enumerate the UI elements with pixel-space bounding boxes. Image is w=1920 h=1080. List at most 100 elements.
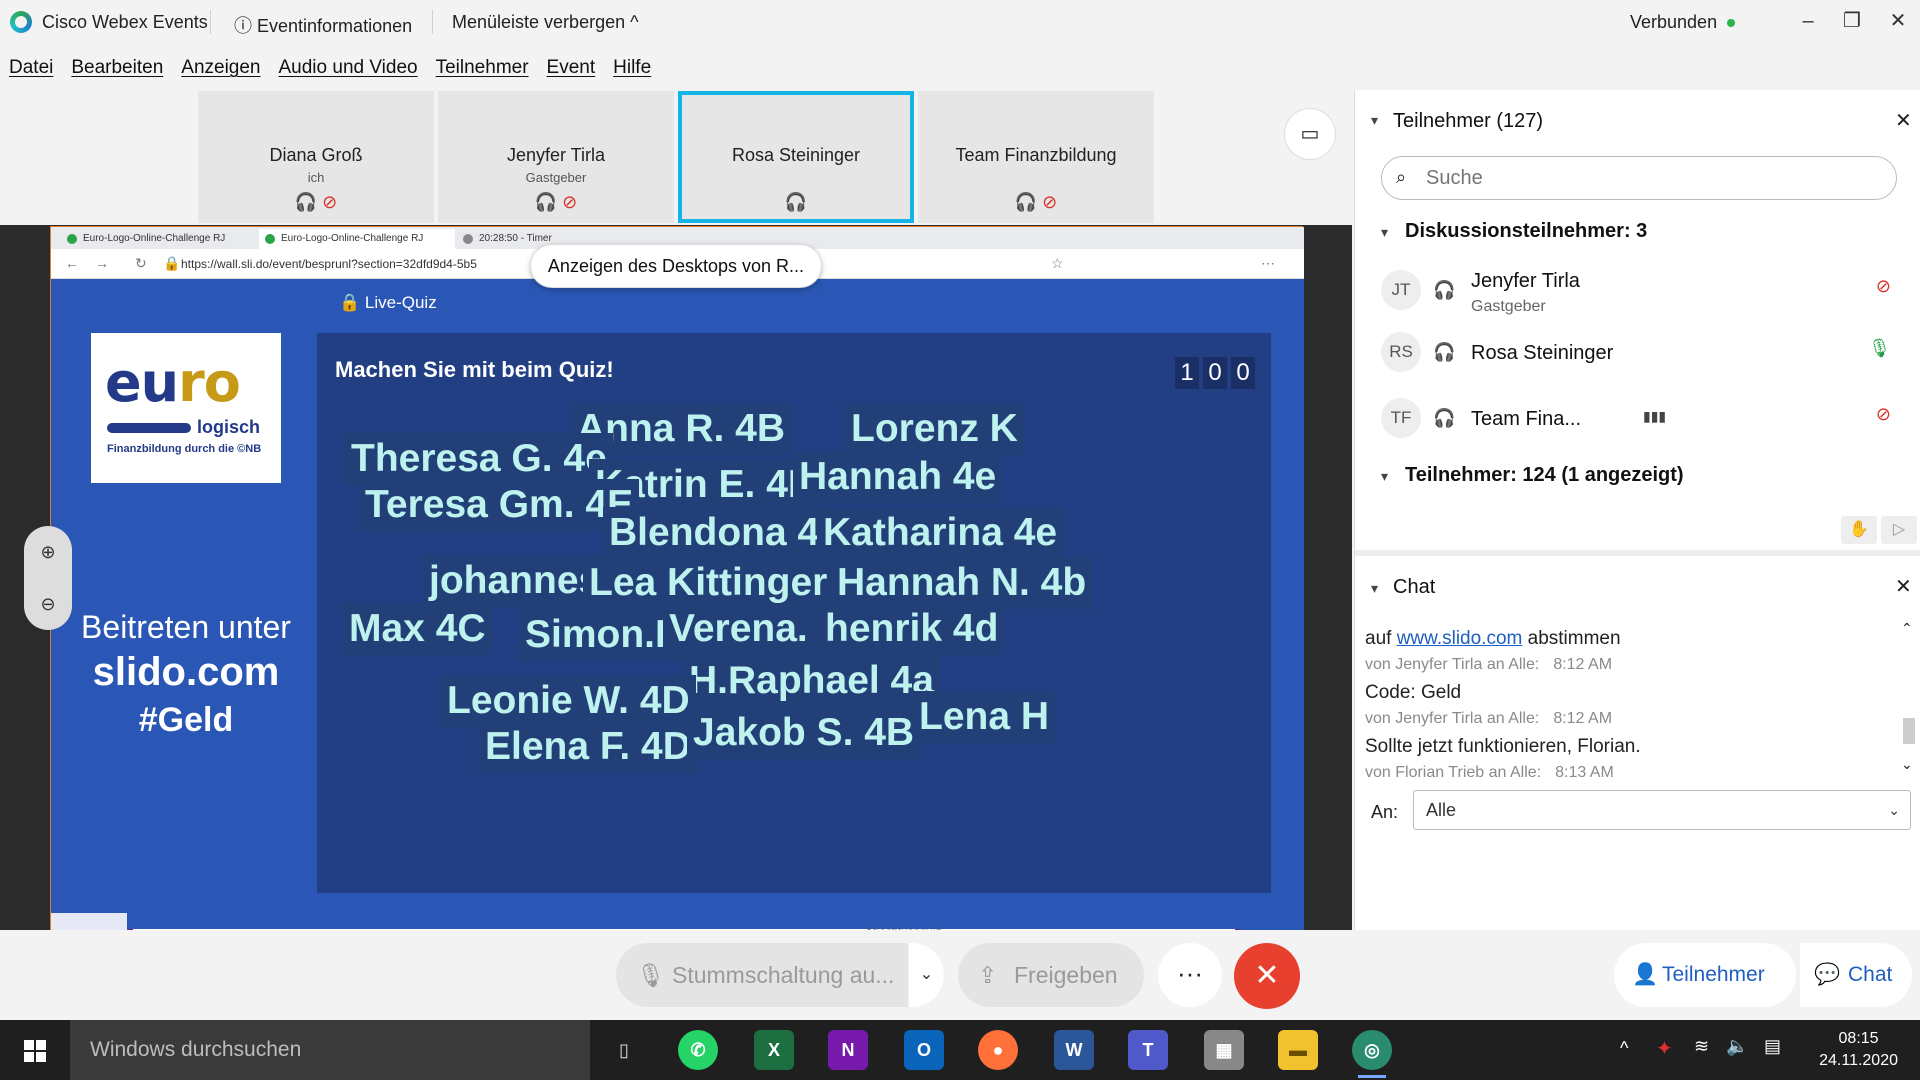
recipient-value: Alle	[1426, 800, 1457, 820]
file-explorer-icon[interactable]: ▬	[1278, 1030, 1318, 1070]
menu-datei[interactable]: Datei	[9, 50, 53, 86]
video-tile-jenyfer[interactable]: Jenyfer Tirla Gastgeber 🎧 ⊘	[438, 91, 674, 223]
hide-menu-label: Menüleiste verbergen	[452, 12, 626, 32]
close-participants-icon[interactable]: ✕	[1895, 108, 1912, 133]
word-icon[interactable]: W	[1054, 1030, 1094, 1070]
chat-toggle-button[interactable]: 💬 Chat	[1800, 943, 1912, 1007]
chevron-down-icon[interactable]: ⌄	[908, 943, 944, 1007]
close-chat-icon[interactable]: ✕	[1895, 574, 1912, 599]
mic-muted-icon[interactable]: ⊘	[1876, 276, 1891, 297]
headset-icon: 🎧	[1433, 408, 1456, 428]
zoom-out-icon[interactable]: ⊖	[24, 578, 72, 630]
layout-button[interactable]: ▭	[1284, 108, 1336, 160]
search-input[interactable]	[1426, 165, 1866, 191]
mute-button[interactable]: 🎙 Stummschaltung au... ⌄	[616, 943, 944, 1007]
webex-taskbar-icon[interactable]: ◎	[1352, 1030, 1392, 1078]
task-view-icon[interactable]: ▯	[604, 1030, 644, 1070]
attendees-header: Teilnehmer: 124 (1 angezeigt)	[1405, 464, 1684, 486]
menu-bearbeiten[interactable]: Bearbeiten	[71, 50, 163, 86]
firefox-icon[interactable]: ●	[978, 1030, 1018, 1070]
quiz-name: Hannah 4e	[793, 451, 1003, 503]
participants-toggle-button[interactable]: 👤 Teilnehmer	[1614, 943, 1796, 1007]
tile-role	[682, 170, 910, 186]
scroll-thumb[interactable]	[1903, 718, 1915, 744]
taskbar-clock[interactable]: 08:15 24.11.2020	[1819, 1028, 1898, 1072]
chevron-down-icon[interactable]: ▾	[1371, 580, 1378, 597]
mute-all-icon[interactable]: ▷	[1881, 516, 1917, 544]
tab-label: 20:28:50 - Timer	[479, 233, 552, 244]
mic-icon: 🎙	[636, 962, 666, 988]
chat-sender: von Jenyfer Tirla an Alle:	[1365, 656, 1540, 673]
recipient-select[interactable]: Alle ⌄	[1413, 790, 1911, 830]
counter-digit: 0	[1231, 357, 1255, 389]
chevron-down-icon[interactable]: ⌄	[1901, 756, 1913, 773]
chevron-down-icon[interactable]: ▾	[1381, 468, 1388, 485]
tile-name: Jenyfer Tirla	[506, 145, 606, 165]
slide-footer-strip	[51, 913, 127, 931]
mic-muted-icon[interactable]: ⊘	[1876, 404, 1891, 425]
app-icon[interactable]: ▦	[1204, 1030, 1244, 1070]
quiz-name: Hannah N. 4b	[831, 557, 1093, 609]
event-info-button[interactable]: ⓘ Eventinformationen	[234, 12, 412, 38]
notifications-icon[interactable]: ▤	[1764, 1036, 1781, 1057]
start-button[interactable]	[0, 1020, 70, 1080]
close-window-button[interactable]: ✕	[1878, 6, 1918, 36]
participant-row[interactable]: TF 🎧 Team Fina... ▮▮▮ ⊘	[1381, 392, 1901, 452]
chat-message: Sollte jetzt funktionieren, Florian.	[1365, 736, 1641, 757]
raise-hand-icon[interactable]: ✋	[1841, 516, 1877, 544]
acrobat-tray-icon[interactable]: ✦	[1656, 1036, 1673, 1061]
hide-menu-button[interactable]: Menüleiste verbergen ^	[452, 12, 639, 33]
mic-on-icon[interactable]: 🎙	[1868, 338, 1891, 359]
whatsapp-icon[interactable]: ✆	[678, 1030, 718, 1070]
minimize-button[interactable]: –	[1788, 6, 1828, 36]
excel-icon[interactable]: X	[754, 1030, 794, 1070]
share-button[interactable]: ⇪ Freigeben	[958, 943, 1144, 1007]
video-tile-rosa[interactable]: Rosa Steininger 🎧	[678, 91, 914, 223]
forward-icon[interactable]: →	[95, 255, 109, 271]
menu-audio-video[interactable]: Audio und Video	[279, 50, 418, 86]
address-bar[interactable]: https://wall.sli.do/event/besprunl?secti…	[181, 257, 477, 271]
sharing-indicator[interactable]: Anzeigen des Desktops von R...	[530, 244, 822, 288]
tray-chevron-up-icon[interactable]: ^	[1620, 1038, 1628, 1059]
video-tile-diana[interactable]: Diana Groß ich 🎧 ⊘	[198, 91, 434, 223]
browser-tab[interactable]: Euro-Logo-Online-Challenge RJ	[61, 229, 257, 249]
reload-icon[interactable]: ↻	[135, 255, 147, 272]
restore-button[interactable]: ❐	[1832, 6, 1872, 36]
quiz-name: Lorenz K	[845, 403, 1024, 455]
chevron-up-icon: ^	[630, 12, 639, 32]
timer-favicon-icon	[463, 234, 473, 244]
teams-icon[interactable]: T	[1128, 1030, 1168, 1070]
share-icon: ⇪	[978, 962, 998, 988]
volume-icon[interactable]: 🔈	[1726, 1036, 1748, 1057]
zoom-in-icon[interactable]: ⊕	[24, 526, 72, 578]
join-instructions: Beitreten unter slido.com #Geld	[51, 609, 321, 740]
quiz-name: H.Raphael 4a	[683, 655, 940, 707]
menu-event[interactable]: Event	[547, 50, 596, 86]
participant-row[interactable]: RS 🎧 Rosa Steininger 🎙	[1381, 326, 1901, 386]
windows-search-box[interactable]: Windows durchsuchen	[70, 1020, 590, 1080]
logo-logisch: logisch	[197, 417, 261, 437]
chat-meta: von Florian Trieb an Alle: 8:13 AM	[1365, 764, 1614, 782]
outlook-icon[interactable]: O	[904, 1030, 944, 1070]
participant-row[interactable]: JT 🎧 Jenyfer Tirla Gastgeber ⊘	[1381, 264, 1901, 324]
menu-hilfe[interactable]: Hilfe	[613, 50, 651, 86]
wifi-icon[interactable]: ≋	[1694, 1036, 1709, 1057]
browser-tab-active[interactable]: Euro-Logo-Online-Challenge RJ	[259, 229, 455, 249]
more-options-button[interactable]: ···	[1158, 943, 1222, 1007]
counter-digit: 1	[1175, 357, 1199, 389]
chevron-up-icon[interactable]: ⌃	[1901, 620, 1913, 637]
chat-link[interactable]: www.slido.com	[1397, 628, 1523, 649]
menu-teilnehmer[interactable]: Teilnehmer	[436, 50, 529, 86]
more-icon[interactable]: ⋯	[1261, 255, 1275, 272]
chevron-down-icon[interactable]: ▾	[1371, 112, 1378, 129]
chat-scrollbar[interactable]: ⌃ ⌄	[1899, 620, 1917, 780]
chevron-down-icon[interactable]: ▾	[1381, 224, 1388, 241]
status-dot-icon	[1727, 19, 1736, 28]
back-icon[interactable]: ←	[65, 255, 79, 271]
menu-anzeigen[interactable]: Anzeigen	[181, 50, 260, 86]
star-icon[interactable]: ☆	[1051, 255, 1064, 272]
leave-meeting-button[interactable]: ✕	[1234, 943, 1300, 1009]
quiz-name: Elena F. 4D	[479, 721, 697, 773]
video-tile-team[interactable]: Team Finanzbildung 🎧 ⊘	[918, 91, 1154, 223]
onenote-icon[interactable]: N	[828, 1030, 868, 1070]
